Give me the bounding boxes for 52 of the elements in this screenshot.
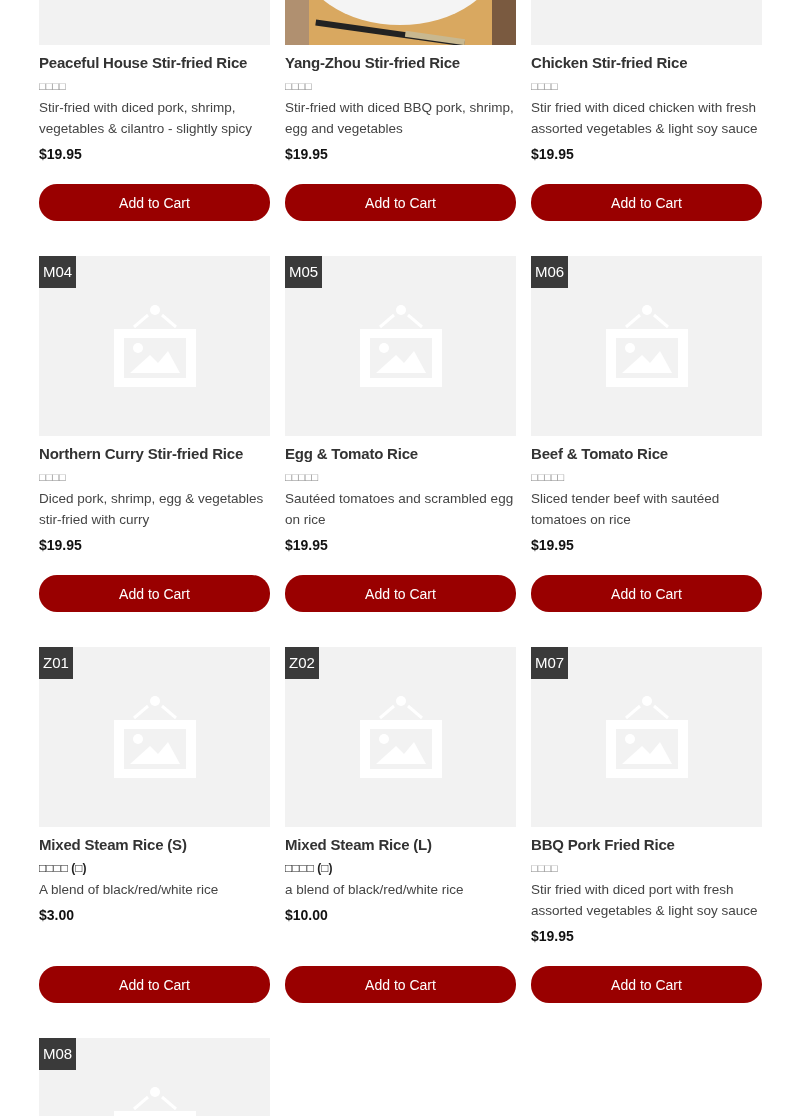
item-description: Stir-fried with diced pork, shrimp, vegetables & cilantro - slightly spicy xyxy=(39,99,254,138)
item-code-badge: M07 xyxy=(531,647,569,679)
item-subtitle: □□□□ xyxy=(39,79,67,94)
item-description: A blend of black/red/white rice xyxy=(39,881,220,899)
add-to-cart-button[interactable]: Add to Cart xyxy=(285,575,516,612)
item-price: $19.95 xyxy=(531,927,575,946)
add-to-cart-button[interactable]: Add to Cart xyxy=(531,575,762,612)
item-subtitle: □□□□□ xyxy=(531,470,566,485)
item-name: Peaceful House Stir-fried Rice xyxy=(39,53,249,73)
add-to-cart-button[interactable]: Add to Cart xyxy=(39,184,270,221)
item-description: Stir fried with diced port with fresh assorted vegetables & light soy sauce xyxy=(531,881,759,920)
item-name: Yang-Zhou Stir-fried Rice xyxy=(285,53,461,73)
item-price: $3.00 xyxy=(39,906,76,925)
item-price: $19.95 xyxy=(39,145,83,164)
item-code-badge: M06 xyxy=(531,256,569,288)
item-name: BBQ Pork Fried Rice xyxy=(531,835,676,855)
item-code-badge: M05 xyxy=(285,256,323,288)
item-name: Beef & Tomato Rice xyxy=(531,444,669,464)
add-to-cart-button[interactable]: Add to Cart xyxy=(285,966,516,1003)
item-subtitle: □□□□ xyxy=(285,79,313,94)
add-to-cart-button[interactable]: Add to Cart xyxy=(531,966,762,1003)
item-description: a blend of black/red/white rice xyxy=(285,881,465,899)
item-subtitle: □□□□ (□) xyxy=(39,860,88,877)
item-subtitle: □□□□ (□) xyxy=(285,860,334,877)
item-description: Stir fried with diced chicken with fresh assorted vegetables & light soy sauce xyxy=(531,99,759,138)
item-name: Egg & Tomato Rice xyxy=(285,444,419,464)
item-price: $10.00 xyxy=(285,906,329,925)
item-code-badge: M04 xyxy=(39,256,77,288)
item-code-badge: Z01 xyxy=(39,647,73,679)
add-to-cart-button[interactable]: Add to Cart xyxy=(285,184,516,221)
add-to-cart-button[interactable]: Add to Cart xyxy=(39,966,270,1003)
item-subtitle: □□□□ xyxy=(531,79,559,94)
item-price: $19.95 xyxy=(39,536,83,555)
item-code-badge: M08 xyxy=(39,1038,77,1070)
item-subtitle: □□□□□ xyxy=(285,470,320,485)
add-to-cart-button[interactable]: Add to Cart xyxy=(39,575,270,612)
item-name: Mixed Steam Rice (L) xyxy=(285,835,433,855)
add-to-cart-button[interactable]: Add to Cart xyxy=(531,184,762,221)
item-description: Stir-fried with diced BBQ pork, shrimp, egg and vegetables xyxy=(285,99,515,138)
item-code-badge: Z02 xyxy=(285,647,319,679)
item-subtitle: □□□□ xyxy=(531,861,559,876)
item-name: Mixed Steam Rice (S) xyxy=(39,835,188,855)
item-name: Northern Curry Stir-fried Rice xyxy=(39,444,245,464)
item-price: $19.95 xyxy=(285,145,329,164)
item-description: Sautéed tomatoes and scrambled egg on rice xyxy=(285,490,515,529)
item-price: $19.95 xyxy=(531,536,575,555)
item-name: Chicken Stir-fried Rice xyxy=(531,53,689,73)
item-description: Sliced tender beef with sautéed tomatoes on rice xyxy=(531,490,721,529)
item-subtitle: □□□□ xyxy=(39,470,67,485)
item-price: $19.95 xyxy=(531,145,575,164)
item-description: Diced pork, shrimp, egg & vegetables stir-fried with curry xyxy=(39,490,265,529)
item-price: $19.95 xyxy=(285,536,329,555)
